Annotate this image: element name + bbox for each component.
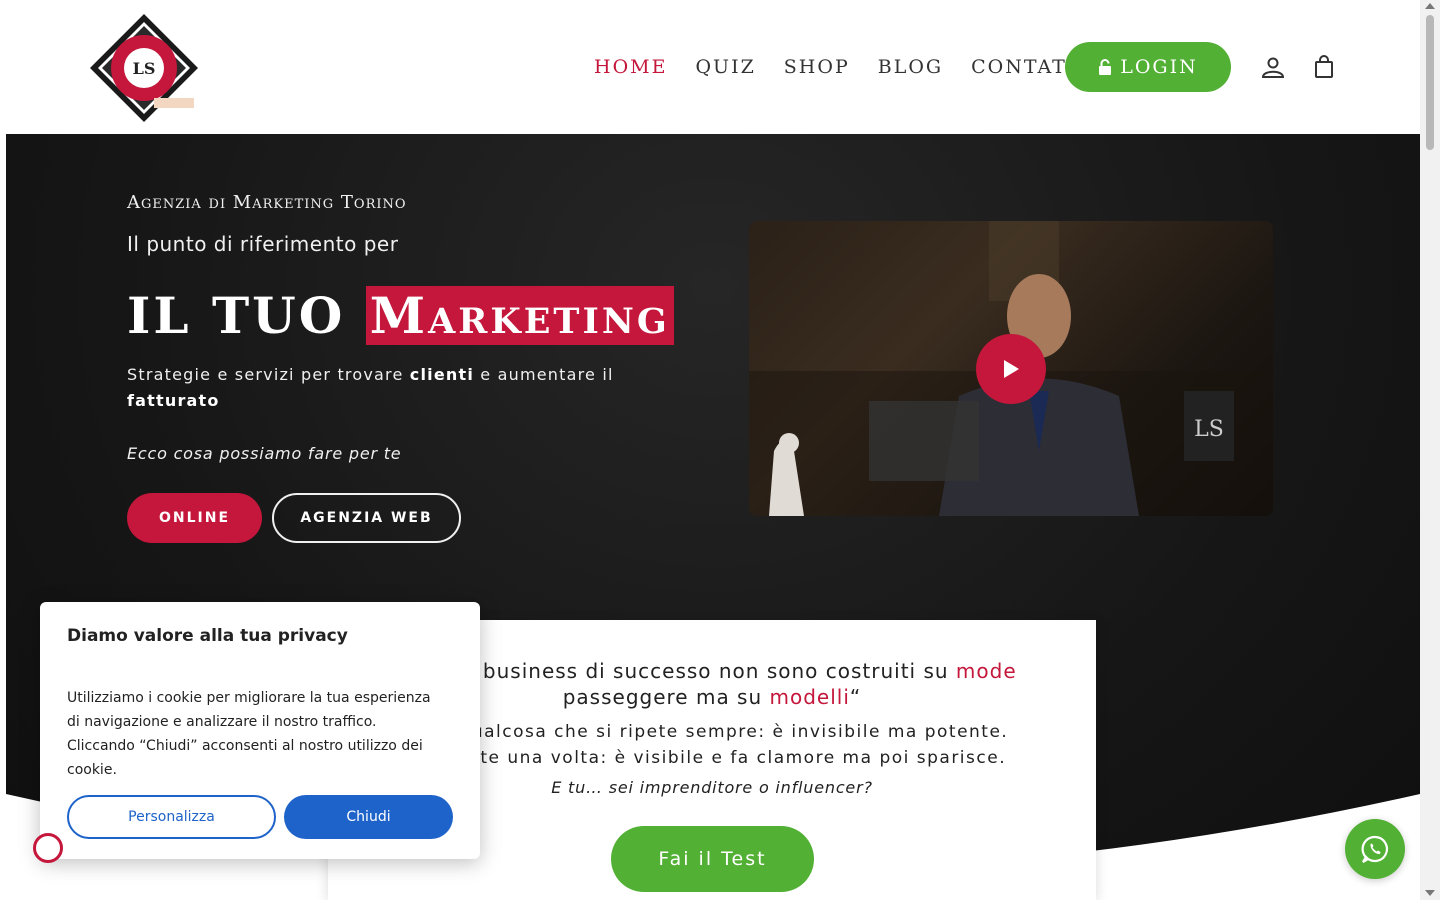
scroll-down-arrow[interactable] bbox=[1425, 890, 1435, 896]
cookie-text: Utilizziamo i cookie per migliorare la t… bbox=[67, 690, 431, 778]
agenzia-web-button[interactable]: AGENZIA WEB bbox=[272, 493, 461, 543]
nav-item-shop[interactable]: SHOP bbox=[784, 56, 850, 78]
desc-bold-clienti: clienti bbox=[409, 365, 475, 384]
page-scrollbar[interactable] bbox=[1420, 0, 1440, 900]
hero-title: IL TUO Marketing bbox=[127, 286, 674, 345]
lock-icon bbox=[1099, 59, 1112, 75]
online-button[interactable]: ONLINE bbox=[127, 493, 262, 543]
quote-red-mode: mode bbox=[955, 659, 1017, 683]
desc-text-1: Strategie e servizi per trovare bbox=[127, 365, 410, 384]
play-button[interactable] bbox=[976, 334, 1046, 404]
login-button[interactable]: LOGIN bbox=[1065, 42, 1231, 92]
quote-text-1: mmi e business di successo non sono cost… bbox=[407, 659, 956, 683]
hero-italic-line: Ecco cosa possiamo fare per te bbox=[127, 444, 402, 463]
desc-bold-fatturato: fatturato bbox=[127, 391, 220, 410]
cart-icon[interactable] bbox=[1312, 55, 1336, 79]
whatsapp-button[interactable] bbox=[1345, 819, 1405, 879]
quote-red-modelli: modelli bbox=[769, 685, 850, 709]
cookie-title: Diamo valore alla tua privacy bbox=[67, 626, 348, 646]
para-line-2: si ripete una volta: è visibile e fa cla… bbox=[417, 748, 1007, 768]
play-icon bbox=[1004, 360, 1019, 378]
svg-text:LS: LS bbox=[133, 59, 156, 78]
nav-item-quiz[interactable]: QUIZ bbox=[695, 56, 755, 78]
nav-item-blog[interactable]: BLOG bbox=[878, 56, 943, 78]
main-nav: HOME QUIZ SHOP BLOG CONTATTI bbox=[594, 42, 1119, 92]
quote-text-2: passeggere ma su bbox=[562, 685, 770, 709]
account-icon[interactable] bbox=[1261, 55, 1285, 79]
hero-title-plain: IL TUO bbox=[127, 286, 346, 345]
whatsapp-icon bbox=[1361, 835, 1389, 863]
para-line-1: lo è qualcosa che si ripete sempre: è in… bbox=[415, 722, 1009, 742]
accademia-logo[interactable]: LS bbox=[88, 12, 200, 124]
quote-end-mark: “ bbox=[849, 685, 862, 709]
cookie-icon[interactable] bbox=[33, 833, 63, 863]
personalizza-button[interactable]: Personalizza bbox=[67, 795, 276, 839]
hero-kicker: Agenzia di Marketing Torino bbox=[127, 192, 407, 213]
hero-video[interactable]: LS bbox=[749, 221, 1273, 516]
scroll-up-arrow[interactable] bbox=[1425, 3, 1435, 9]
hero-title-highlight: Marketing bbox=[365, 286, 674, 345]
hero-description: Strategie e servizi per trovare clienti … bbox=[127, 362, 647, 414]
nav-item-home[interactable]: HOME bbox=[594, 56, 667, 78]
svg-text:LS: LS bbox=[1194, 417, 1224, 442]
desc-text-2: e aumentare il bbox=[474, 365, 614, 384]
site-header: LS HOME QUIZ SHOP BLOG CONTATTI LOGIN bbox=[0, 0, 1420, 134]
hero-subhead: Il punto di riferimento per bbox=[127, 232, 399, 256]
cookie-banner: Diamo valore alla tua privacy Utilizziam… bbox=[40, 602, 480, 859]
chiudi-button[interactable]: Chiudi bbox=[284, 795, 453, 839]
scroll-thumb[interactable] bbox=[1426, 15, 1434, 150]
fai-il-test-button[interactable]: Fai il Test bbox=[611, 826, 814, 892]
login-label: LOGIN bbox=[1120, 56, 1198, 78]
